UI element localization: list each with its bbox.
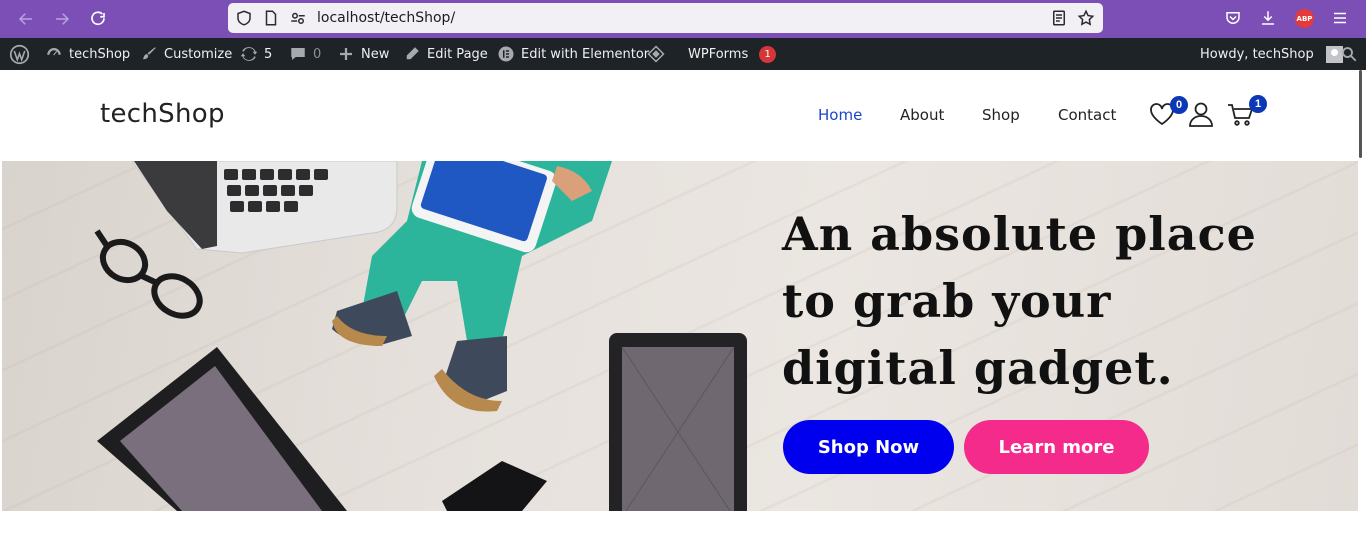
wpforms-badge: 1 xyxy=(759,45,777,63)
comments-link[interactable]: 0 xyxy=(289,38,321,70)
nav-home[interactable]: Home xyxy=(818,106,862,124)
page-scrollbar[interactable] xyxy=(1359,70,1362,158)
hero-image-gadgets xyxy=(94,161,747,511)
customize-link[interactable]: Customize xyxy=(140,38,232,70)
customize-label: Customize xyxy=(164,46,233,62)
pocket-icon[interactable] xyxy=(1222,7,1244,29)
adblock-plus-icon[interactable]: ABP xyxy=(1295,9,1314,28)
edit-page-label: Edit Page xyxy=(427,46,488,62)
reload-icon[interactable] xyxy=(86,7,110,31)
site-name-label: techShop xyxy=(69,46,131,62)
learn-more-button[interactable]: Learn more xyxy=(964,420,1149,474)
tablet-right-image xyxy=(609,333,747,511)
url-bar[interactable]: localhost/techShop/ xyxy=(228,3,1103,33)
url-text[interactable]: localhost/techShop/ xyxy=(317,10,455,26)
back-icon[interactable] xyxy=(14,7,38,31)
wordpress-logo-icon[interactable] xyxy=(9,38,30,70)
wp-admin-bar: techShop Customize 5 0 New Edit Page Edi… xyxy=(0,38,1366,70)
howdy-account-link[interactable]: Howdy, techShop xyxy=(1200,38,1343,70)
elementor-icon xyxy=(498,46,514,62)
new-label: New xyxy=(361,46,390,62)
nav-shop[interactable]: Shop xyxy=(982,106,1020,124)
bookmark-star-icon[interactable] xyxy=(1077,9,1095,27)
hero-banner: An absolute place to grab your digital g… xyxy=(2,161,1358,511)
brush-icon xyxy=(143,47,156,60)
updates-link[interactable]: 5 xyxy=(240,38,272,70)
phone-image xyxy=(442,461,547,511)
updates-icon xyxy=(240,47,258,61)
site-logo[interactable]: techShop xyxy=(100,99,225,129)
wishlist-count-badge: 0 xyxy=(1170,96,1188,114)
theme-diamond-icon[interactable] xyxy=(647,38,665,70)
cart-count-badge: 1 xyxy=(1249,95,1267,113)
browser-toolbar: localhost/techShop/ ABP xyxy=(0,0,1366,38)
cart-icon[interactable]: 1 xyxy=(1226,95,1267,128)
menu-icon[interactable] xyxy=(1329,7,1351,29)
wpforms-label: WPForms xyxy=(688,46,749,62)
downloads-icon[interactable] xyxy=(1257,7,1279,29)
comment-icon xyxy=(291,48,305,60)
shop-now-button[interactable]: Shop Now xyxy=(783,420,954,474)
edit-page-link[interactable]: Edit Page xyxy=(403,38,488,70)
updates-count: 5 xyxy=(264,46,273,62)
new-content-link[interactable]: New xyxy=(337,38,389,70)
glasses-image xyxy=(94,229,203,319)
howdy-label: Howdy, techShop xyxy=(1200,46,1314,62)
account-user-icon[interactable] xyxy=(1187,100,1215,128)
forward-icon[interactable] xyxy=(50,7,74,31)
comments-count: 0 xyxy=(313,46,322,62)
nav-contact[interactable]: Contact xyxy=(1058,106,1116,124)
pencil-icon xyxy=(406,47,419,60)
tablet-left-image xyxy=(97,347,347,511)
reader-view-icon[interactable] xyxy=(1050,9,1068,27)
edit-elementor-label: Edit with Elementor xyxy=(521,46,650,62)
shield-icon[interactable] xyxy=(235,9,253,27)
edit-elementor-link[interactable]: Edit with Elementor xyxy=(497,38,649,70)
permissions-icon[interactable] xyxy=(289,9,307,27)
wishlist-heart-icon[interactable]: 0 xyxy=(1148,96,1188,128)
wpforms-link[interactable]: WPForms 1 xyxy=(688,38,777,70)
nav-about[interactable]: About xyxy=(900,106,944,124)
site-name-link[interactable]: techShop xyxy=(45,38,130,70)
site-header: techShop Home About Shop Contact 0 1 xyxy=(2,70,1358,161)
hero-title: An absolute place to grab your digital g… xyxy=(782,207,1257,395)
dashboard-icon xyxy=(47,48,61,56)
search-icon[interactable] xyxy=(1340,38,1358,70)
plus-icon xyxy=(340,48,352,60)
page-icon[interactable] xyxy=(262,9,280,27)
laptop-image xyxy=(131,161,398,254)
